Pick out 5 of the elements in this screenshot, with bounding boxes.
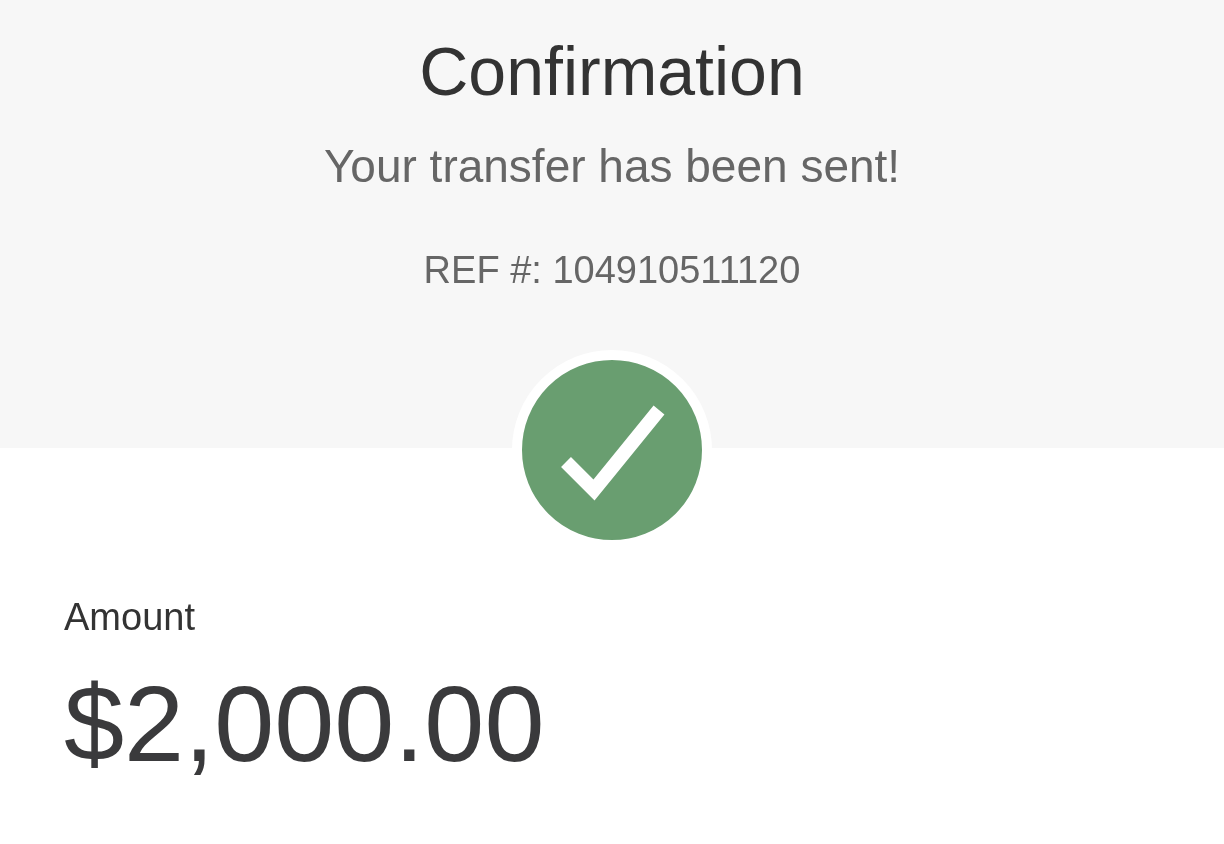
amount-label: Amount [64,598,195,636]
page-title: Confirmation [419,37,805,105]
reference-number: REF #: 104910511120 [423,251,801,289]
amount-value: $2,000.00 [64,670,545,778]
confirmation-message: Your transfer has been sent! [323,143,901,189]
